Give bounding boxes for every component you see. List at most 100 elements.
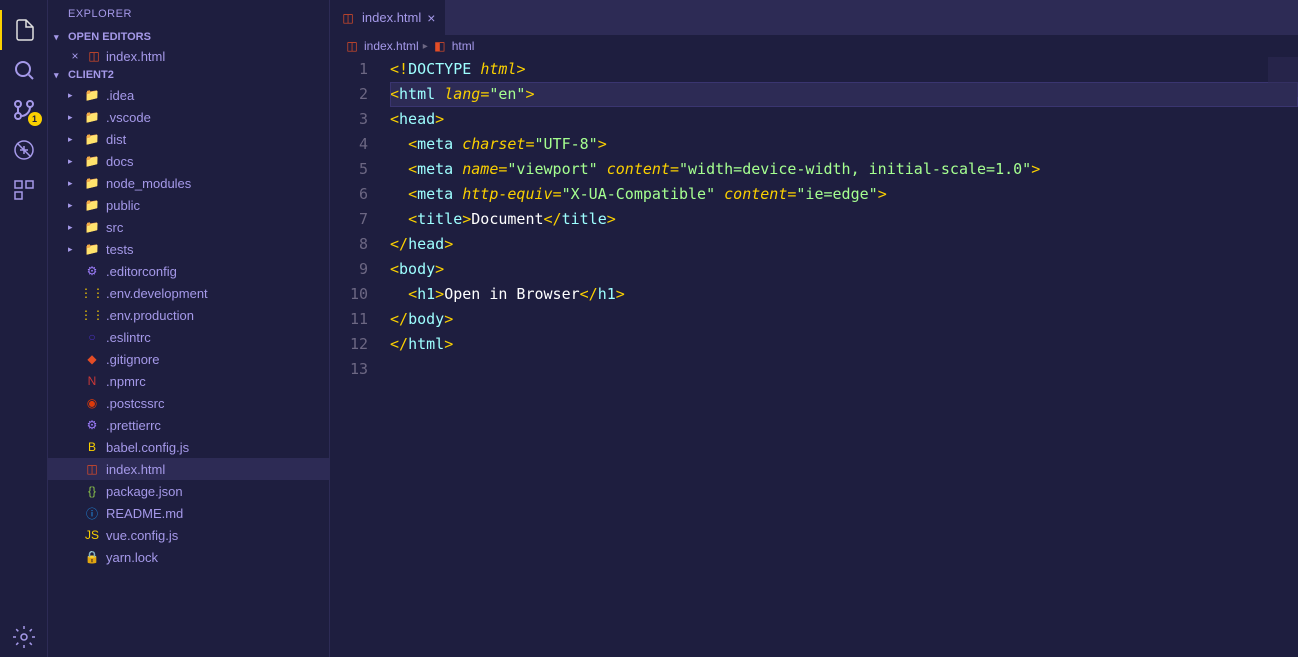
code-line[interactable]: </body> — [390, 307, 1298, 332]
activity-explorer-icon[interactable] — [0, 10, 48, 50]
tree-item-label: node_modules — [106, 176, 191, 191]
close-icon[interactable]: × — [68, 49, 82, 63]
tree-item-label: .env.production — [106, 308, 194, 323]
chevron-right-icon: ▸ — [68, 222, 78, 233]
file-item[interactable]: ⓘREADME.md — [48, 502, 329, 524]
breadcrumb[interactable]: ◫ index.html ▸ ◧ html — [330, 35, 1298, 57]
code-line[interactable]: <body> — [390, 257, 1298, 282]
minimap[interactable] — [1268, 57, 1298, 157]
code-editor[interactable]: 12345678910111213 <!DOCTYPE html><html l… — [330, 57, 1298, 657]
chevron-down-icon: ▾ — [54, 32, 68, 43]
tree-item-label: package.json — [106, 484, 183, 499]
code-line[interactable]: <head> — [390, 107, 1298, 132]
code-content[interactable]: <!DOCTYPE html><html lang="en"><head> <m… — [390, 57, 1298, 657]
tree-item-label: .postcssrc — [106, 396, 165, 411]
tab-label: index.html — [362, 10, 421, 25]
code-line[interactable]: <html lang="en"> — [390, 82, 1298, 107]
babel-icon: B — [84, 439, 100, 455]
js-icon: JS — [84, 527, 100, 543]
breadcrumb-item[interactable]: index.html — [364, 39, 419, 53]
tree-item-label: .vscode — [106, 110, 151, 125]
html-icon: ◫ — [344, 38, 360, 54]
line-number: 13 — [330, 357, 368, 382]
folder-item[interactable]: ▸📁tests — [48, 238, 329, 260]
open-editor-item[interactable]: ×◫index.html — [48, 46, 329, 66]
tree-item-label: .idea — [106, 88, 134, 103]
scm-badge: 1 — [28, 112, 42, 126]
folder-item[interactable]: ▸ 📁 docs — [48, 150, 329, 172]
folder-icon: 📁 — [84, 153, 100, 169]
explorer-title: EXPLORER — [48, 0, 329, 28]
file-item[interactable]: 🔒yarn.lock — [48, 546, 329, 568]
project-header[interactable]: ▾ CLIENT2 — [48, 66, 329, 84]
folder-src-icon: 📁 — [84, 219, 100, 235]
folder-item[interactable]: ▸📁.vscode — [48, 106, 329, 128]
code-line[interactable]: <meta name="viewport" content="width=dev… — [390, 157, 1298, 182]
code-line[interactable]: </html> — [390, 332, 1298, 357]
folder-icon: 📁 — [84, 87, 100, 103]
folder-item[interactable]: ▸📁src — [48, 216, 329, 238]
file-item[interactable]: ◉ .postcssrc — [48, 392, 329, 414]
file-item[interactable]: Bbabel.config.js — [48, 436, 329, 458]
folder-item[interactable]: ▸📁public — [48, 194, 329, 216]
code-line[interactable]: <meta http-equiv="X-UA-Compatible" conte… — [390, 182, 1298, 207]
activity-debug-icon[interactable] — [0, 130, 48, 170]
line-number: 5 — [330, 157, 368, 182]
file-item[interactable]: ⚙ .prettierrc — [48, 414, 329, 436]
line-number: 8 — [330, 232, 368, 257]
project-label: CLIENT2 — [68, 69, 114, 81]
code-line[interactable]: <h1>Open in Browser</h1> — [390, 282, 1298, 307]
line-number: 9 — [330, 257, 368, 282]
folder-item[interactable]: ▸📁dist — [48, 128, 329, 150]
open-editors-header[interactable]: ▾ OPEN EDITORS — [48, 28, 329, 46]
config-icon: ⚙ — [84, 417, 100, 433]
tree-item-label: README.md — [106, 506, 183, 521]
file-item[interactable]: ○.eslintrc — [48, 326, 329, 348]
chevron-right-icon: ▸ — [423, 41, 428, 52]
file-item[interactable]: ⚙.editorconfig — [48, 260, 329, 282]
explorer-sidebar: EXPLORER ▾ OPEN EDITORS ×◫index.html ▾ C… — [48, 0, 330, 657]
tree-item-label: docs — [106, 154, 133, 169]
code-line[interactable]: </head> — [390, 232, 1298, 257]
line-number: 4 — [330, 132, 368, 157]
tree-item-label: tests — [106, 242, 133, 257]
line-number: 10 — [330, 282, 368, 307]
line-number: 3 — [330, 107, 368, 132]
tree-item-label: .env.development — [106, 286, 208, 301]
breadcrumb-item[interactable]: html — [452, 39, 475, 53]
code-line[interactable] — [390, 357, 1298, 382]
file-item[interactable]: ◫index.html — [48, 458, 329, 480]
activity-search-icon[interactable] — [0, 50, 48, 90]
editor-tab[interactable]: ◫index.html× — [330, 0, 446, 35]
tag-icon: ◧ — [432, 38, 448, 54]
activity-extensions-icon[interactable] — [0, 170, 48, 210]
folder-item[interactable]: ▸📁.idea — [48, 84, 329, 106]
file-item[interactable]: N.npmrc — [48, 370, 329, 392]
file-item[interactable]: ⋮⋮ .env.production — [48, 304, 329, 326]
post-icon: ◉ — [84, 395, 100, 411]
tree-item-label: public — [106, 198, 140, 213]
file-item[interactable]: ◆.gitignore — [48, 348, 329, 370]
file-item[interactable]: ⋮⋮.env.development — [48, 282, 329, 304]
env-icon: ⋮⋮ — [84, 307, 100, 323]
activity-scm-icon[interactable]: 1 — [0, 90, 48, 130]
code-line[interactable]: <title>Document</title> — [390, 207, 1298, 232]
chevron-right-icon: ▸ — [68, 156, 78, 167]
line-number: 2 — [330, 82, 368, 107]
open-editor-label: index.html — [106, 49, 165, 64]
chevron-right-icon: ▸ — [68, 200, 78, 211]
tree-item-label: .prettierrc — [106, 418, 161, 433]
file-item[interactable]: {}package.json — [48, 480, 329, 502]
activity-bar: 1 — [0, 0, 48, 657]
open-editors-label: OPEN EDITORS — [68, 31, 151, 43]
file-item[interactable]: JSvue.config.js — [48, 524, 329, 546]
code-line[interactable]: <meta charset="UTF-8"> — [390, 132, 1298, 157]
folder-item[interactable]: ▸ 📁 node_modules — [48, 172, 329, 194]
folder-src-icon: 📁 — [84, 175, 100, 191]
chevron-right-icon: ▸ — [68, 178, 78, 189]
activity-settings-icon[interactable] — [0, 617, 48, 657]
line-gutter: 12345678910111213 — [330, 57, 390, 657]
tab-bar: ◫index.html× — [330, 0, 1298, 35]
close-icon[interactable]: × — [427, 10, 435, 26]
code-line[interactable]: <!DOCTYPE html> — [390, 57, 1298, 82]
